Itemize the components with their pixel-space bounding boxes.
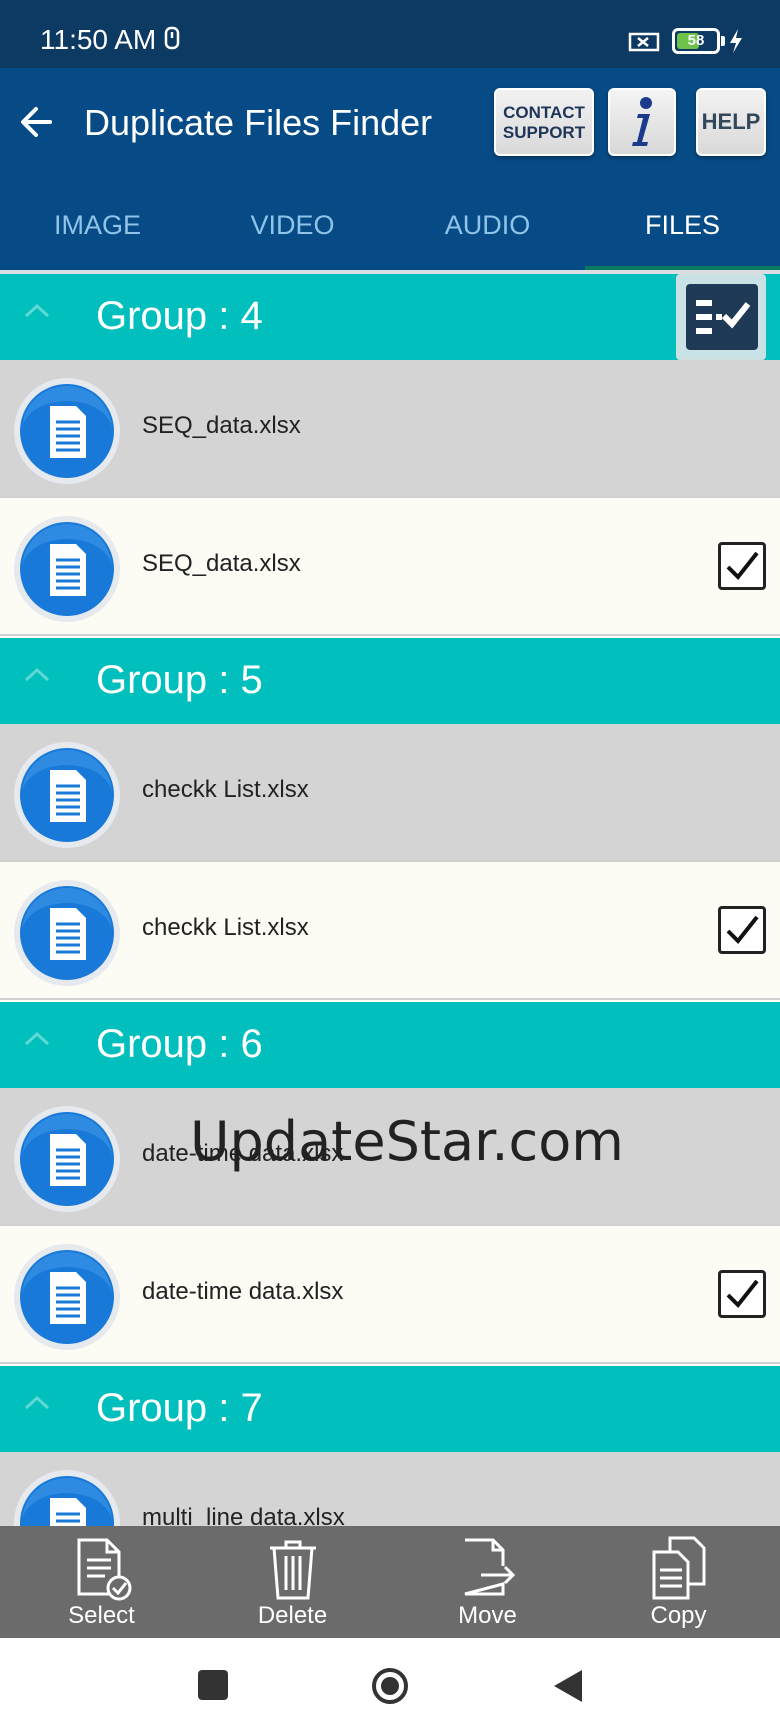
tab-bar: IMAGE VIDEO AUDIO FILES [0, 178, 780, 272]
move-label: Move [458, 1602, 517, 1629]
battery-tip [721, 36, 725, 46]
select-doc-icon [77, 1538, 132, 1601]
group-header[interactable]: Group : 5 [0, 638, 780, 724]
tab-audio[interactable]: AUDIO [390, 178, 585, 272]
usb-debug-icon [164, 26, 180, 50]
group-title: Group : 5 [96, 658, 263, 702]
info-button[interactable] [608, 88, 676, 156]
file-row[interactable]: checkk List.xlsx [0, 724, 780, 862]
system-nav-bar [0, 1638, 780, 1733]
file-row[interactable]: SEQ_data.xlsx [0, 498, 780, 636]
group-title: Group : 6 [96, 1022, 263, 1066]
tab-files[interactable]: FILES [585, 178, 780, 272]
select-label: Select [68, 1602, 135, 1629]
group-title: Group : 4 [96, 294, 263, 338]
file-name: checkk List.xlsx [142, 776, 309, 803]
app-title: Duplicate Files Finder [84, 102, 433, 143]
group-header[interactable]: Group : 4 [0, 274, 780, 360]
chevron-up-icon[interactable] [22, 664, 52, 684]
contact-label-line2: SUPPORT [502, 123, 586, 142]
checkmark-icon [726, 1279, 759, 1309]
file-checkbox[interactable] [718, 542, 766, 590]
file-name: multi_line data.xlsx [142, 1504, 345, 1526]
group-header[interactable]: Group : 6 [0, 1002, 780, 1088]
delete-label: Delete [257, 1602, 328, 1629]
file-row[interactable]: date-time data.xlsx [0, 1226, 780, 1364]
document-icon [14, 880, 120, 986]
chevron-up-icon[interactable] [22, 1028, 52, 1048]
battery-icon: 58 [672, 28, 720, 54]
checklist-icon [686, 284, 758, 350]
document-icon [14, 1470, 120, 1526]
select-all-button[interactable] [676, 274, 766, 360]
charging-icon [730, 29, 742, 53]
status-time: 11:50 AM [40, 24, 157, 55]
checkmark-icon [726, 551, 759, 581]
app-bar: Duplicate Files Finder CONTACT SUPPORT H… [0, 68, 780, 178]
copy-doc-icon [652, 1536, 706, 1600]
file-row[interactable]: SEQ_data.xlsx [0, 360, 780, 498]
file-checkbox[interactable] [718, 906, 766, 954]
document-icon [14, 1106, 120, 1212]
copy-button[interactable]: Copy [581, 1526, 776, 1638]
watermark: UpdateStar.com [190, 1110, 624, 1173]
help-button[interactable]: HELP [696, 88, 766, 156]
home-button[interactable] [370, 1666, 410, 1706]
bottom-action-bar: Select Delete Move Copy [0, 1526, 780, 1638]
move-button[interactable]: Move [390, 1526, 585, 1638]
file-name: SEQ_data.xlsx [142, 412, 301, 439]
file-name: checkk List.xlsx [142, 914, 309, 941]
battery-level: 58 [687, 32, 705, 49]
file-name: date-time data.xlsx [142, 1278, 344, 1305]
document-icon [14, 742, 120, 848]
file-row[interactable]: multi_line data.xlsx [0, 1452, 780, 1526]
tab-image[interactable]: IMAGE [0, 178, 195, 272]
move-doc-icon [464, 1538, 516, 1596]
delete-button[interactable]: Delete [195, 1526, 390, 1638]
chevron-up-icon[interactable] [22, 1392, 52, 1412]
copy-label: Copy [650, 1602, 707, 1629]
status-bar: 11:50 AM 58 [0, 0, 780, 68]
back-arrow-icon[interactable] [16, 102, 56, 142]
document-icon [14, 1244, 120, 1350]
contact-label-line1: CONTACT [503, 103, 585, 122]
trash-icon [270, 1540, 316, 1600]
document-icon [14, 378, 120, 484]
contact-support-button[interactable]: CONTACT SUPPORT [494, 88, 594, 156]
checkmark-icon [726, 915, 759, 945]
info-icon [632, 97, 652, 146]
document-icon [14, 516, 120, 622]
recents-button[interactable] [198, 1670, 228, 1700]
duplicate-file-list[interactable]: Group : 4 SEQ_data.xlsx SEQ_data.xlsx Gr… [0, 274, 780, 1526]
file-checkbox[interactable] [718, 1270, 766, 1318]
select-button[interactable]: Select [4, 1526, 199, 1638]
no-sim-icon [628, 32, 660, 52]
nav-back-button[interactable] [552, 1668, 584, 1704]
chevron-up-icon[interactable] [22, 300, 52, 320]
group-header[interactable]: Group : 7 [0, 1366, 780, 1452]
tab-video[interactable]: VIDEO [195, 178, 390, 272]
file-row[interactable]: checkk List.xlsx [0, 862, 780, 1000]
group-title: Group : 7 [96, 1386, 263, 1430]
file-name: SEQ_data.xlsx [142, 550, 301, 577]
